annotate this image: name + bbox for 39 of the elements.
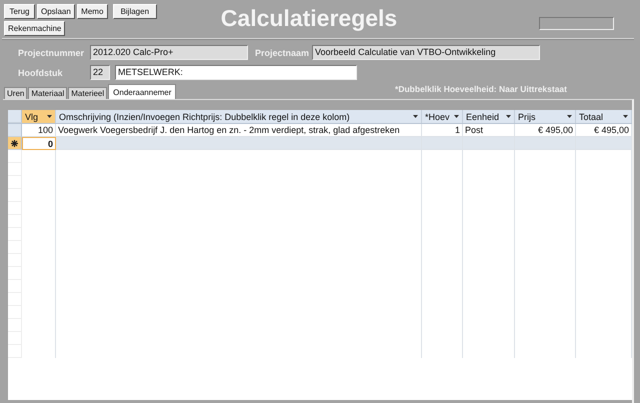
tab[interactable]: Materieel: [68, 87, 108, 99]
toolbar-button[interactable]: Opslaan: [37, 4, 75, 19]
dropdown-arrow-icon[interactable]: [413, 115, 418, 118]
page-title: Calculatieregels: [220, 5, 398, 32]
tab[interactable]: Uren: [4, 87, 28, 99]
field-label: Projectnaam: [255, 48, 310, 58]
chapter-name-field[interactable]: METSELWERK:: [115, 65, 357, 80]
calculator-button[interactable]: Rekenmachine: [4, 21, 66, 36]
toolbar-button[interactable]: Memo: [76, 4, 108, 19]
dropdown-arrow-icon[interactable]: [506, 115, 511, 118]
row-selector[interactable]: [8, 137, 22, 150]
field-label: Projectnummer: [18, 48, 86, 58]
project-name-field[interactable]: Voorbeeld Calculatie van VTBO-Ontwikkeling: [312, 45, 540, 60]
field-label: Hoofdstuk: [18, 68, 64, 78]
chapter-code-field[interactable]: 22: [90, 65, 110, 80]
tab[interactable]: Onderaannemer: [108, 84, 176, 99]
project-number-field[interactable]: 2012.020 Calc-Pro+: [90, 45, 248, 60]
dropdown-arrow-icon[interactable]: [47, 115, 52, 118]
table-cell: Voegwerk Voegersbedrijf J. den Hartog en zn. - 2mm verdiept, strak, glad afgestreken: [58, 125, 400, 135]
column-header[interactable]: *Hoev: [422, 110, 463, 123]
table-cell: € 495,00: [538, 125, 573, 135]
column-header[interactable]: Totaal: [576, 110, 632, 123]
table-cell: 1: [454, 125, 460, 135]
dropdown-arrow-icon[interactable]: [454, 115, 459, 118]
tab[interactable]: Materiaal: [28, 87, 68, 99]
column-header[interactable]: Prijs: [515, 110, 576, 123]
column-header[interactable]: Vlg: [22, 110, 56, 123]
table-cell: 100: [38, 125, 53, 135]
column-header[interactable]: Eenheid: [463, 110, 515, 123]
table-cell: € 495,00: [594, 125, 629, 135]
new-record-icon: [11, 140, 18, 146]
toolbar-button[interactable]: Bijlagen: [112, 4, 157, 19]
hint-text: *Dubbelklik Hoeveelheid: Naar Uittrekstaat: [395, 84, 567, 94]
dropdown-arrow-icon[interactable]: [567, 115, 572, 118]
dropdown-arrow-icon[interactable]: [623, 115, 628, 118]
toolbar-button[interactable]: Terug: [4, 4, 35, 19]
table-cell: Post: [465, 125, 484, 135]
column-header[interactable]: Omschrijving (Inzien/Invoegen Richtprijs: Dubbelklik regel in deze kolom): [56, 110, 422, 123]
table-cell: 0: [48, 139, 53, 149]
